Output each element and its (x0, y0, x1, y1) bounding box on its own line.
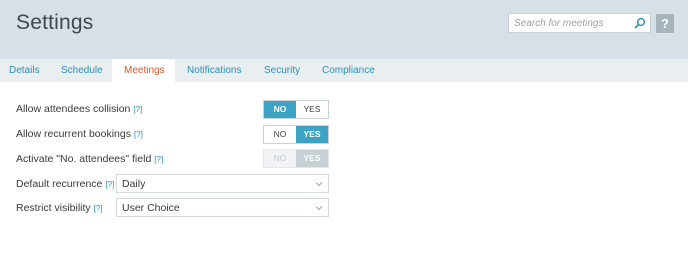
chevron-down-icon (315, 206, 323, 211)
default-recurrence-value: Daily (122, 178, 146, 190)
tab-notifications[interactable]: Notifications (176, 59, 252, 82)
help-button[interactable]: ? (656, 14, 674, 33)
collision-help-link[interactable]: [?] (133, 105, 142, 114)
restrict-visibility-help-link[interactable]: [?] (94, 204, 103, 213)
collision-row-label: Allow attendees collision [?] (16, 103, 142, 115)
recurrent-row-label: Allow recurrent bookings [?] (16, 128, 143, 140)
attendees-field-label: Activate "No. attendees" field (16, 153, 152, 165)
collision-toggle[interactable]: NO YES (263, 100, 329, 119)
collision-label: Allow attendees collision (16, 103, 131, 115)
page-title: Settings (16, 11, 94, 34)
search-box[interactable] (508, 13, 651, 33)
tab-meetings[interactable]: Meetings (112, 59, 175, 82)
tab-security[interactable]: Security (253, 59, 311, 82)
collision-no-option[interactable]: NO (264, 101, 296, 118)
tab-schedule[interactable]: Schedule (50, 59, 110, 82)
default-recurrence-select[interactable]: Daily (116, 174, 329, 193)
tab-compliance[interactable]: Compliance (312, 59, 387, 82)
collision-yes-option[interactable]: YES (296, 101, 328, 118)
attendees-field-no-option: NO (264, 150, 296, 167)
attendees-field-help-link[interactable]: [?] (154, 155, 163, 164)
chevron-down-icon (315, 182, 323, 187)
default-recurrence-row-label: Default recurrence [?] (16, 178, 114, 190)
search-icon[interactable] (634, 17, 646, 29)
attendees-field-toggle: NO YES (263, 149, 329, 168)
tab-details[interactable]: Details (0, 59, 47, 82)
recurrent-toggle[interactable]: NO YES (263, 125, 329, 144)
restrict-visibility-value: User Choice (122, 202, 180, 214)
tab-bar: Details Schedule Meetings Notifications … (0, 59, 688, 82)
recurrent-label: Allow recurrent bookings (16, 128, 131, 140)
recurrent-yes-option[interactable]: YES (296, 126, 328, 143)
recurrent-no-option[interactable]: NO (264, 126, 296, 143)
header: Settings ? (0, 0, 688, 59)
restrict-visibility-select[interactable]: User Choice (116, 198, 329, 217)
default-recurrence-label: Default recurrence (16, 178, 103, 190)
restrict-visibility-row-label: Restrict visibility [?] (16, 202, 103, 214)
restrict-visibility-label: Restrict visibility (16, 202, 91, 214)
search-input[interactable] (514, 15, 632, 31)
attendees-field-row-label: Activate "No. attendees" field [?] (16, 153, 163, 165)
attendees-field-yes-option: YES (296, 150, 328, 167)
default-recurrence-help-link[interactable]: [?] (105, 180, 114, 189)
recurrent-help-link[interactable]: [?] (134, 130, 143, 139)
